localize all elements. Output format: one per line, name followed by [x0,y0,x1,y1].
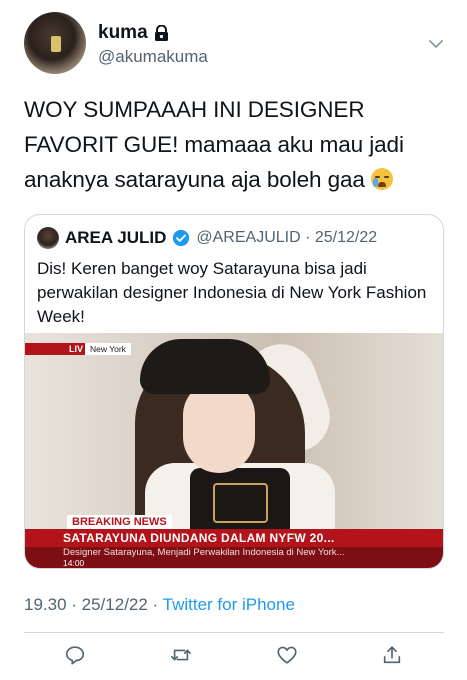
verified-badge-icon [173,229,190,247]
author-avatar[interactable] [24,12,86,74]
author-info[interactable]: kuma @akumakuma [98,22,208,67]
author-display-name[interactable]: kuma [98,22,148,44]
subheadline-text: Designer Satarayuna, Menjadi Perwakilan … [63,547,345,558]
meta-separator: · [147,595,163,614]
tweet-timestamp[interactable]: 19.30 · 25/12/22 [24,595,148,614]
author-handle[interactable]: @akumakuma [98,47,208,67]
retweet-button[interactable] [168,642,194,668]
chevron-down-icon[interactable] [428,36,444,52]
lock-icon [154,24,168,41]
quoted-author-avatar [37,227,59,249]
reply-button[interactable] [62,642,88,668]
news-screenshot-image[interactable]: LIV New York BREAKING NEWS SATARAYUNA DI… [25,333,443,568]
share-icon [383,646,401,664]
action-bar [24,642,444,668]
live-label: LIV [25,343,86,355]
heart-icon [277,646,297,664]
news-time: 14:00 [63,558,85,568]
live-location: New York [85,343,131,355]
quoted-author-name: AREA JULID [65,228,167,247]
headline-text: SATARAYUNA DIUNDANG DALAM NYFW 20... [63,531,335,545]
tweet-text: WOY SUMPAAAH INI DESIGNER FAVORIT GUE! m… [24,97,404,192]
quoted-tweet-header: AREA JULID @AREAJULID · 25/12/22 [37,227,377,249]
like-button[interactable] [274,642,300,668]
quoted-tweet-text: Dis! Keren banget woy Satarayuna bisa ja… [37,259,427,326]
author-name-row: kuma [98,22,169,44]
retweet-icon [171,649,191,661]
live-tag: LIV New York [25,343,131,355]
figure-chain [213,483,268,523]
client-link[interactable]: Twitter for iPhone [163,595,295,614]
crying-emoji-icon [370,168,393,190]
figure-face [183,381,255,473]
tweet-body: WOY SUMPAAAH INI DESIGNER FAVORIT GUE! m… [24,92,444,197]
tweet-header: kuma @akumakuma [24,12,444,76]
quoted-tweet-date: 25/12/22 [314,229,378,246]
share-button[interactable] [379,642,405,668]
figure-hat [140,339,270,394]
quoted-tweet-card[interactable]: AREA JULID @AREAJULID · 25/12/22 Dis! Ke… [24,214,444,569]
quoted-author-handle: @AREAJULID [196,229,301,246]
quoted-meta-separator: · [300,229,315,246]
tweet-meta: 19.30 · 25/12/22 · Twitter for iPhone [24,595,295,615]
divider [24,632,444,633]
reply-icon [65,646,85,665]
quoted-author-meta: @AREAJULID · 25/12/22 [196,229,377,247]
breaking-news-label: BREAKING NEWS [67,515,172,529]
